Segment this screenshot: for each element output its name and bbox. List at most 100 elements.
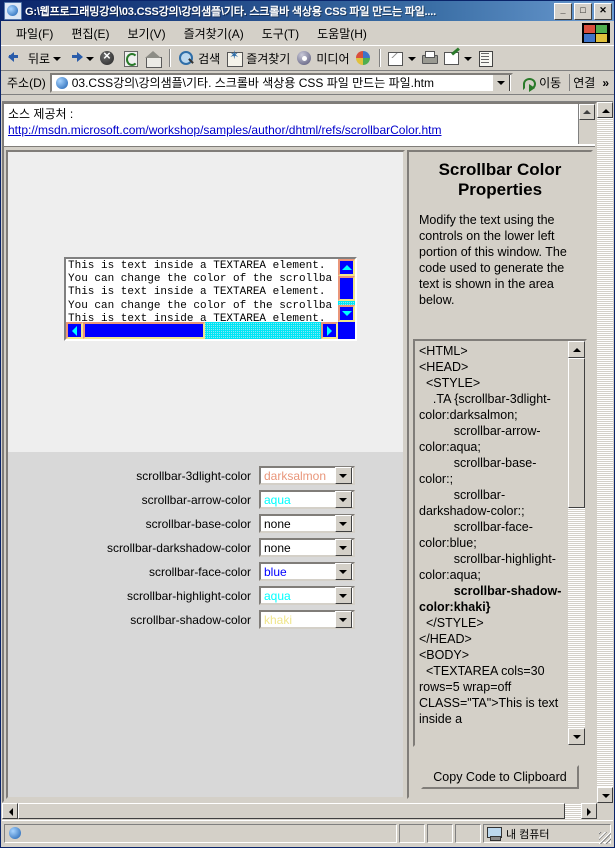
- links-button[interactable]: 연결: [569, 74, 598, 91]
- textarea-horizontal-thumb[interactable]: [83, 322, 205, 339]
- scroll-left-arrow-icon: [72, 326, 77, 336]
- select-value: aqua: [264, 588, 291, 603]
- control-row: scrollbar-face-color blue: [8, 562, 403, 581]
- page-icon: [54, 75, 70, 91]
- code-scrollbar[interactable]: [568, 341, 585, 745]
- forward-dropdown-icon[interactable]: [86, 55, 95, 62]
- maximize-button[interactable]: □: [574, 2, 592, 20]
- page-horizontal-thumb[interactable]: [18, 803, 565, 819]
- select-darkshadow-color[interactable]: none: [259, 538, 355, 557]
- copy-button-area: Copy Code to Clipboard: [413, 765, 587, 789]
- select-shadow-color[interactable]: khaki: [259, 610, 355, 629]
- property-controls: scrollbar-3dlight-color darksalmon scrol…: [8, 452, 403, 797]
- scroll-up-arrow-icon: [573, 348, 581, 352]
- minimize-button[interactable]: _: [554, 2, 572, 20]
- code-scroll-up-button[interactable]: [568, 341, 585, 358]
- go-button[interactable]: 이동: [517, 74, 565, 92]
- page-scroll-left-button[interactable]: [2, 803, 18, 819]
- source-scroll-up-button[interactable]: [579, 104, 595, 120]
- refresh-button[interactable]: [119, 47, 142, 69]
- demo-frameset: This is text inside a TEXTAREA element. …: [4, 146, 595, 801]
- edit-button[interactable]: [441, 47, 474, 69]
- page-horizontal-scrollbar[interactable]: [2, 803, 597, 819]
- styled-textarea[interactable]: This is text inside a TEXTAREA element. …: [64, 257, 357, 341]
- code-box: <HTML> <HEAD> <STYLE> .TA {scrollbar-3dl…: [413, 339, 587, 747]
- chevron-down-icon[interactable]: [335, 467, 352, 484]
- back-arrow-icon: [8, 50, 25, 67]
- control-row: scrollbar-darkshadow-color none: [8, 538, 403, 557]
- search-button[interactable]: 검색: [175, 47, 223, 69]
- control-label-highlight: scrollbar-highlight-color: [126, 588, 251, 603]
- code-scroll-thumb[interactable]: [568, 358, 585, 508]
- menu-tools[interactable]: 도구(T): [253, 23, 308, 44]
- search-icon: [178, 50, 195, 67]
- toolbar-overflow-chevron-icon[interactable]: »: [602, 76, 612, 90]
- menu-help[interactable]: 도움말(H): [308, 23, 376, 44]
- textarea-scroll-up-button[interactable]: [338, 259, 355, 276]
- source-frame-scrollbar[interactable]: [578, 104, 595, 144]
- chevron-down-icon[interactable]: [335, 611, 352, 628]
- menu-bar: 파일(F) 편집(E) 보기(V) 즐겨찾기(A) 도구(T) 도움말(H): [1, 21, 614, 45]
- menu-edit[interactable]: 편집(E): [62, 23, 118, 44]
- back-button[interactable]: 뒤로: [5, 47, 63, 69]
- minimize-icon: _: [560, 4, 566, 15]
- textarea-scroll-down-button[interactable]: [338, 305, 355, 322]
- edit-dropdown-icon[interactable]: [464, 55, 473, 62]
- select-highlight-color[interactable]: aqua: [259, 586, 355, 605]
- mail-dropdown-icon[interactable]: [408, 55, 417, 62]
- page-scroll-down-button[interactable]: [597, 787, 613, 803]
- back-dropdown-icon[interactable]: [53, 55, 62, 62]
- menu-favorites[interactable]: 즐겨찾기(A): [175, 23, 253, 44]
- scroll-right-arrow-icon: [327, 326, 332, 336]
- discuss-button[interactable]: [474, 47, 497, 69]
- mail-button[interactable]: [385, 47, 418, 69]
- chevron-down-icon[interactable]: [335, 539, 352, 556]
- textarea-scroll-right-button[interactable]: [321, 322, 338, 339]
- textarea-horizontal-scrollbar[interactable]: [66, 322, 338, 339]
- textarea-vertical-scrollbar[interactable]: [338, 259, 355, 322]
- resize-grip[interactable]: [599, 832, 611, 844]
- chevron-down-icon[interactable]: [335, 587, 352, 604]
- favorites-button[interactable]: 즐겨찾기: [223, 47, 293, 69]
- page-scroll-up-button[interactable]: [597, 102, 613, 118]
- title-bar: G:\웹프로그래밍강의\03.CSS강의\강의샘플\기타. 스크롤바 색상용 C…: [1, 1, 614, 21]
- media-button[interactable]: 미디어: [293, 47, 352, 69]
- status-page-icon: [8, 826, 23, 841]
- select-3dlight-color[interactable]: darksalmon: [259, 466, 355, 485]
- scroll-down-arrow-icon: [602, 794, 610, 798]
- page-scroll-right-button[interactable]: [581, 803, 597, 819]
- select-base-color[interactable]: none: [259, 514, 355, 533]
- history-button[interactable]: [352, 47, 375, 69]
- close-button[interactable]: ✕: [594, 2, 612, 20]
- stop-button[interactable]: [96, 47, 119, 69]
- menu-file[interactable]: 파일(F): [7, 23, 62, 44]
- code-scroll-down-button[interactable]: [568, 728, 585, 745]
- home-button[interactable]: [142, 47, 165, 69]
- select-arrow-color[interactable]: aqua: [259, 490, 355, 509]
- chevron-down-icon[interactable]: [335, 515, 352, 532]
- copy-code-button[interactable]: Copy Code to Clipboard: [421, 765, 579, 789]
- address-input[interactable]: 03.CSS강의\강의샘플\기타. 스크롤바 색상용 CSS 파일 만드는 파일…: [49, 72, 514, 93]
- select-face-color[interactable]: blue: [259, 562, 355, 581]
- textarea-vertical-thumb[interactable]: [338, 276, 355, 301]
- select-value: none: [264, 540, 291, 555]
- address-dropdown-icon[interactable]: [492, 74, 511, 91]
- windows-logo-icon: [582, 23, 610, 43]
- print-button[interactable]: [418, 47, 441, 69]
- source-url-link[interactable]: http://msdn.microsoft.com/workshop/sampl…: [8, 122, 591, 139]
- control-row: scrollbar-highlight-color aqua: [8, 586, 403, 605]
- media-icon: [296, 50, 313, 67]
- chevron-down-icon[interactable]: [335, 563, 352, 580]
- page-vertical-scrollbar[interactable]: [597, 102, 613, 803]
- scroll-right-arrow-icon: [587, 808, 591, 816]
- navigation-toolbar: 뒤로 검색 즐겨찾기 미디어: [1, 45, 614, 71]
- textarea-content[interactable]: This is text inside a TEXTAREA element. …: [66, 259, 338, 322]
- select-value: none: [264, 516, 291, 531]
- address-label: 주소(D): [7, 76, 46, 90]
- textarea-scroll-left-button[interactable]: [66, 322, 83, 339]
- menu-view[interactable]: 보기(V): [118, 23, 174, 44]
- back-label: 뒤로: [28, 51, 51, 66]
- forward-button[interactable]: [63, 47, 96, 69]
- chevron-down-icon[interactable]: [335, 491, 352, 508]
- source-label: 소스 제공처 :: [8, 107, 74, 121]
